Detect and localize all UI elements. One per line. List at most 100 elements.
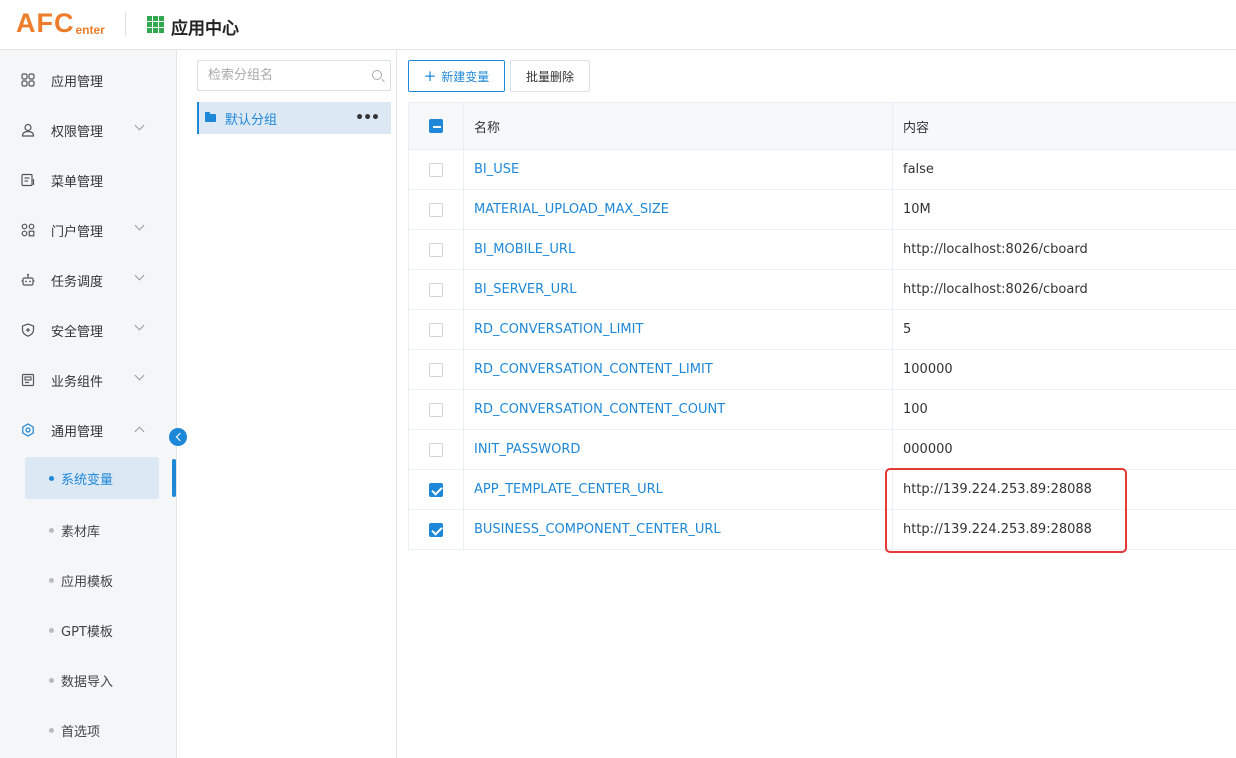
chevron-down-icon xyxy=(134,320,145,331)
afc-logo[interactable]: AFC enter xyxy=(16,8,105,42)
top-header: AFC enter 应用中心 xyxy=(0,0,1236,50)
table-row[interactable]: RD_CONVERSATION_LIMIT 5 xyxy=(409,310,1236,350)
main-content: + 新建变量 批量删除 名称 内容 BI_USE false MATERIAL_UP… xyxy=(397,50,1236,758)
row-check-cell xyxy=(409,270,464,309)
row-checkbox[interactable] xyxy=(429,362,443,377)
sidebar-subitem-label: 素材库 xyxy=(61,524,101,540)
logo-main-text: AFC xyxy=(16,8,75,38)
row-checkbox[interactable] xyxy=(429,242,443,257)
logo-sub-text: enter xyxy=(75,23,105,37)
group-search-input[interactable] xyxy=(198,61,358,90)
header-value-cell: 内容 xyxy=(893,103,1236,149)
table-row[interactable]: APP_TEMPLATE_CENTER_URL http://139.224.25… xyxy=(409,470,1236,510)
group-panel: 默认分组 ••• xyxy=(177,50,397,758)
variable-name-link[interactable]: RD_CONVERSATION_CONTENT_LIMIT xyxy=(474,362,713,377)
sidebar-item-label: 菜单管理 xyxy=(51,174,104,190)
variable-value: 100 xyxy=(903,402,928,417)
row-checkbox[interactable] xyxy=(429,522,443,537)
table-row[interactable]: MATERIAL_UPLOAD_MAX_SIZE 10M xyxy=(409,190,1236,230)
row-value-cell: http://localhost:8026/cboard xyxy=(893,230,1236,269)
group-search[interactable] xyxy=(197,60,391,91)
row-checkbox[interactable] xyxy=(429,482,443,497)
table-row[interactable]: BI_MOBILE_URL http://localhost:8026/cboar… xyxy=(409,230,1236,270)
table-row[interactable]: INIT_PASSWORD 000000 xyxy=(409,430,1236,470)
sidebar-subitem-app-templates[interactable]: 应用模板 xyxy=(25,559,159,601)
row-checkbox[interactable] xyxy=(429,282,443,297)
sidebar-subitem-gpt-templates[interactable]: GPT模板 xyxy=(25,609,159,651)
table-row[interactable]: RD_CONVERSATION_CONTENT_COUNT 100 xyxy=(409,390,1236,430)
bullet-dot xyxy=(49,677,54,683)
sidebar-item-label: 业务组件 xyxy=(51,374,104,390)
select-all-checkbox[interactable] xyxy=(429,119,443,133)
row-checkbox[interactable] xyxy=(429,202,443,217)
chevron-down-icon xyxy=(134,270,145,281)
column-header-value: 内容 xyxy=(903,120,930,136)
row-value-cell: 100000 xyxy=(893,350,1236,389)
sidebar-item-security-management[interactable]: 安全管理 xyxy=(0,305,176,355)
row-name-cell: BI_USE xyxy=(464,150,893,189)
new-variable-button[interactable]: + 新建变量 xyxy=(408,60,505,92)
variable-name-link[interactable]: BI_SERVER_URL xyxy=(474,282,576,297)
row-check-cell xyxy=(409,150,464,189)
row-checkbox[interactable] xyxy=(429,322,443,337)
variable-name-link[interactable]: APP_TEMPLATE_CENTER_URL xyxy=(474,482,663,497)
sidebar-subitem-system-variables[interactable]: 系统变量 xyxy=(25,457,159,499)
sidebar-item-label: 通用管理 xyxy=(51,424,104,440)
sidebar-subitem-preferences[interactable]: 首选项 xyxy=(25,709,159,751)
sidebar-subitem-material-library[interactable]: 素材库 xyxy=(25,509,159,551)
variable-name-link[interactable]: INIT_PASSWORD xyxy=(474,442,580,457)
active-indicator xyxy=(172,459,176,497)
row-name-cell: RD_CONVERSATION_CONTENT_LIMIT xyxy=(464,350,893,389)
sidebar-subitem-data-import[interactable]: 数据导入 xyxy=(25,659,159,701)
sidebar-subitem-label: 应用模板 xyxy=(61,574,114,590)
sidebar-item-menu-management[interactable]: 菜单管理 xyxy=(0,155,176,205)
variable-name-link[interactable]: RD_CONVERSATION_LIMIT xyxy=(474,322,643,337)
portal-icon xyxy=(20,222,36,238)
new-variable-label: 新建变量 xyxy=(441,69,490,84)
table-row[interactable]: BUSINESS_COMPONENT_CENTER_URL http://139.… xyxy=(409,510,1236,550)
table-row[interactable]: BI_USE false xyxy=(409,150,1236,190)
shield-icon xyxy=(20,322,36,338)
row-check-cell xyxy=(409,510,464,549)
variable-name-link[interactable]: MATERIAL_UPLOAD_MAX_SIZE xyxy=(474,202,669,217)
variable-name-link[interactable]: BI_USE xyxy=(474,162,519,177)
collapse-sidebar-button[interactable] xyxy=(169,428,187,446)
row-value-cell: 100 xyxy=(893,390,1236,429)
apps-icon xyxy=(20,72,36,88)
chevron-down-icon xyxy=(134,370,145,381)
row-name-cell: BI_SERVER_URL xyxy=(464,270,893,309)
bullet-dot xyxy=(49,627,54,633)
sidebar-item-label: 门户管理 xyxy=(51,224,104,240)
header-divider xyxy=(125,12,126,36)
variable-value: 10M xyxy=(903,202,931,217)
row-checkbox[interactable] xyxy=(429,442,443,457)
table-row[interactable]: BI_SERVER_URL http://localhost:8026/cboar… xyxy=(409,270,1236,310)
column-header-name: 名称 xyxy=(474,120,501,136)
settings-icon xyxy=(20,422,36,438)
sidebar-item-permission-management[interactable]: 权限管理 xyxy=(0,105,176,155)
variable-name-link[interactable]: RD_CONVERSATION_CONTENT_COUNT xyxy=(474,402,725,417)
search-icon[interactable] xyxy=(372,70,382,80)
row-check-cell xyxy=(409,470,464,509)
menu-doc-icon xyxy=(20,172,36,188)
row-check-cell xyxy=(409,390,464,429)
row-name-cell: APP_TEMPLATE_CENTER_URL xyxy=(464,470,893,509)
row-check-cell xyxy=(409,310,464,349)
group-item-default[interactable]: 默认分组 ••• xyxy=(197,102,391,134)
sidebar-subitem-label: 首选项 xyxy=(61,724,101,740)
sidebar-item-app-management[interactable]: 应用管理 xyxy=(0,55,176,105)
robot-icon xyxy=(20,272,36,288)
batch-delete-button[interactable]: 批量删除 xyxy=(510,60,590,92)
sidebar-item-portal-management[interactable]: 门户管理 xyxy=(0,205,176,255)
more-options-icon[interactable]: ••• xyxy=(355,110,380,126)
table-row[interactable]: RD_CONVERSATION_CONTENT_LIMIT 100000 xyxy=(409,350,1236,390)
row-checkbox[interactable] xyxy=(429,402,443,417)
variable-name-link[interactable]: BUSINESS_COMPONENT_CENTER_URL xyxy=(474,522,721,537)
row-value-cell: http://139.224.253.89:28088 xyxy=(893,510,1236,549)
variable-name-link[interactable]: BI_MOBILE_URL xyxy=(474,242,575,257)
row-checkbox[interactable] xyxy=(429,162,443,177)
sidebar-item-task-scheduling[interactable]: 任务调度 xyxy=(0,255,176,305)
sidebar-item-business-components[interactable]: 业务组件 xyxy=(0,355,176,405)
sidebar-item-general-management[interactable]: 通用管理 xyxy=(0,405,176,455)
variables-table: 名称 内容 BI_USE false MATERIAL_UPLOAD_MAX_SIZ… xyxy=(408,102,1236,550)
